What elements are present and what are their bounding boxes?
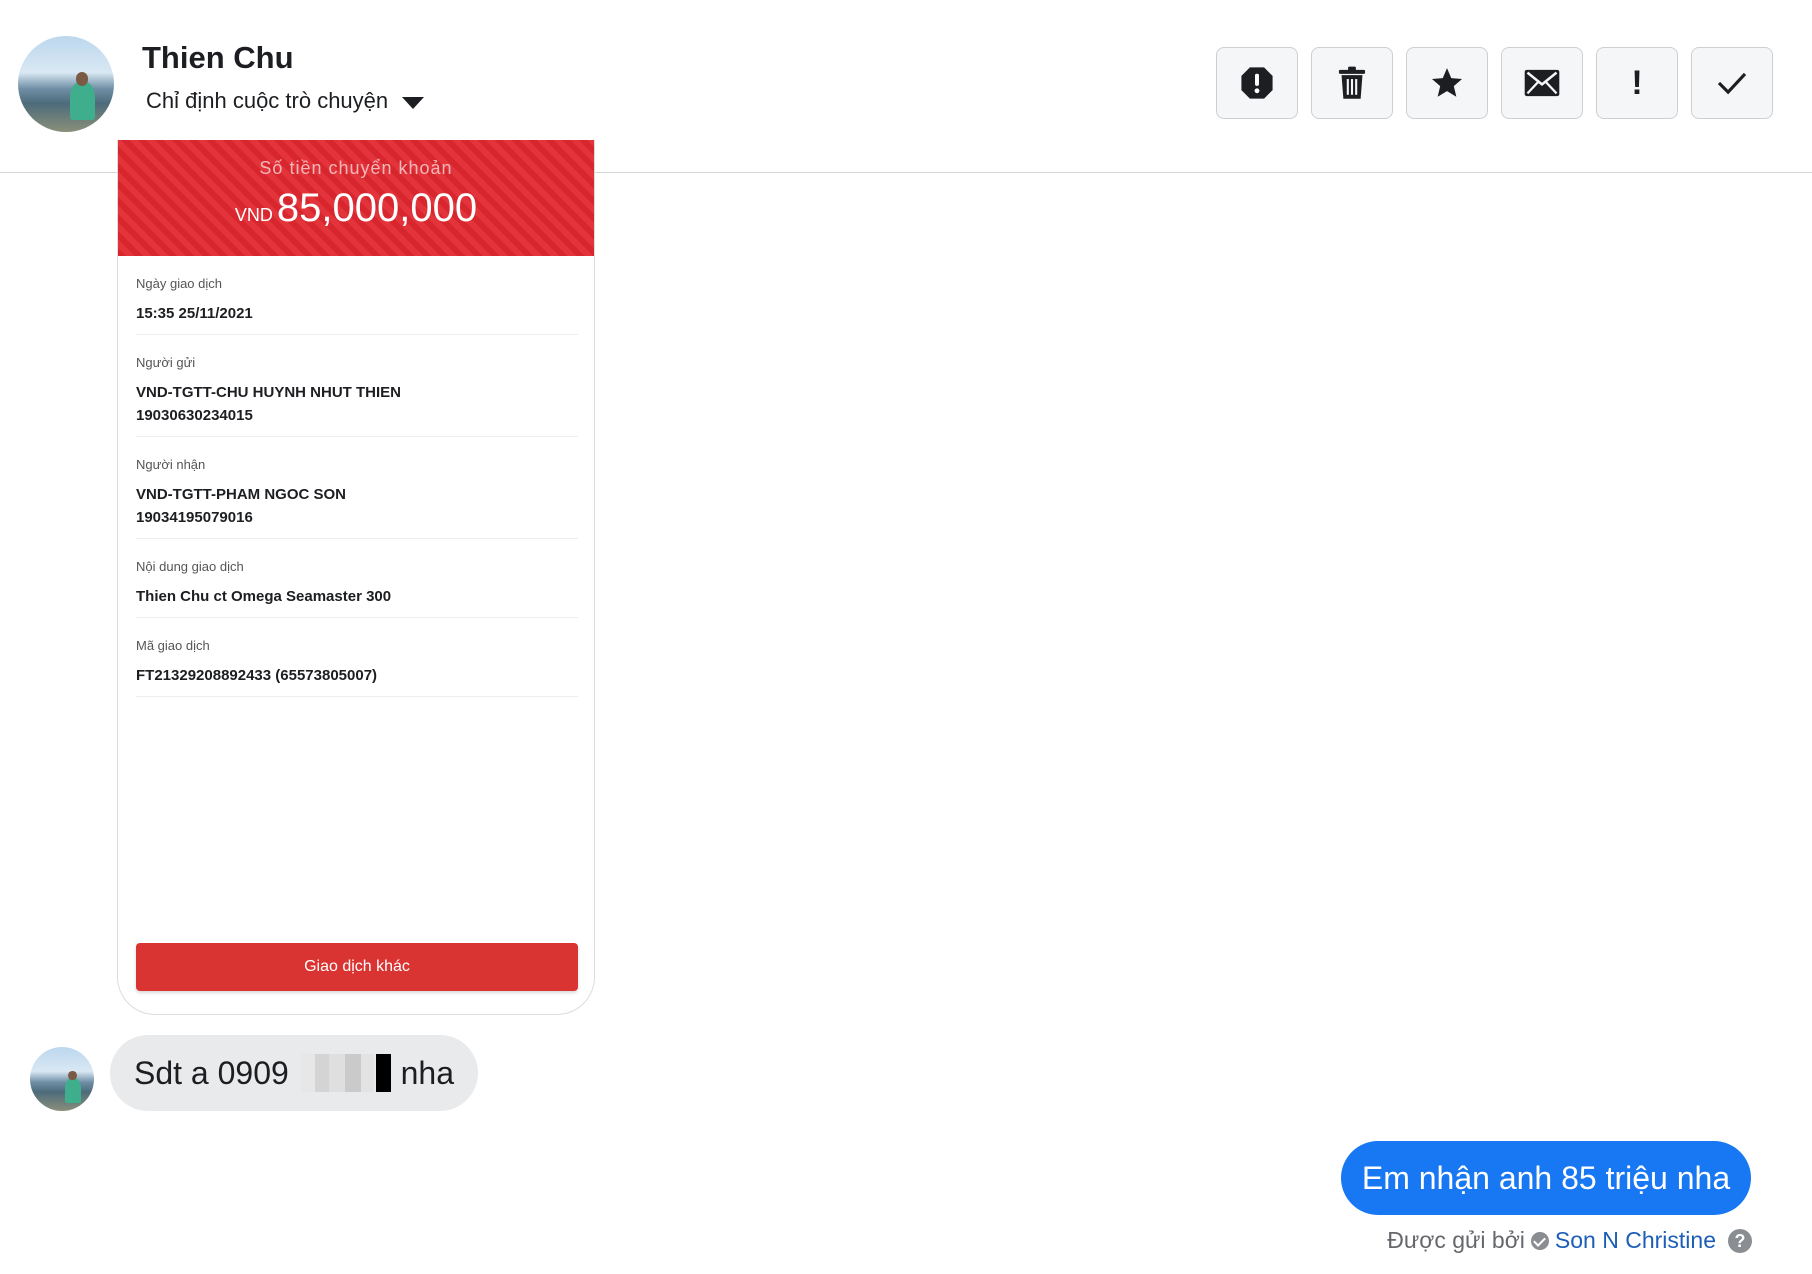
receipt-row-value: 15:35 25/11/2021: [136, 305, 253, 322]
pixelated-redaction: [300, 1054, 374, 1092]
avatar-head-shape: [68, 1071, 77, 1081]
checkmark-icon: [1717, 72, 1747, 95]
receipt-row-value: VND-TGTT-CHU HUYNH NHUT THIEN: [136, 384, 401, 401]
avatar-head-shape: [75, 72, 89, 86]
mark-important-button[interactable]: !: [1596, 47, 1678, 119]
mark-unread-button[interactable]: [1501, 47, 1583, 119]
receipt-row-value: VND-TGTT-PHAM NGOC SON: [136, 486, 346, 503]
caret-down-icon: [402, 97, 425, 109]
sent-by-label: Được gửi bởi: [1387, 1227, 1525, 1253]
envelope-icon: [1524, 69, 1560, 97]
receipt-row-label: Người nhận: [136, 457, 206, 472]
receipt-row: Người gửi VND-TGTT-CHU HUYNH NHUT THIEN …: [136, 335, 578, 437]
receipt-currency: VND: [234, 205, 273, 225]
black-redaction-bar: [375, 1054, 391, 1092]
receipt-row-label: Ngày giao dịch: [136, 276, 222, 291]
star-button[interactable]: [1406, 47, 1488, 119]
transfer-receipt-image[interactable]: Số tiền chuyển khoản VND 85,000,000 Ngày …: [117, 140, 595, 1015]
assign-conversation-label: Chỉ định cuộc trò chuyện: [146, 88, 389, 113]
receipt-row-account: 19034195079016: [136, 509, 253, 526]
receipt-row-value: FT21329208892433 (65573805007): [136, 667, 378, 684]
receipt-row: Mã giao dịch FT21329208892433 (655738050…: [136, 618, 578, 697]
receipt-row-label: Mã giao dịch: [136, 638, 210, 653]
incoming-message-prefix: Sdt a 0909: [134, 1054, 289, 1091]
incoming-message-bubble[interactable]: Sdt a 0909 nha: [110, 1035, 478, 1111]
incoming-message-suffix: nha: [400, 1054, 454, 1091]
sent-check-icon: [1530, 1231, 1549, 1250]
sender-name-link[interactable]: Son N Christine: [1555, 1227, 1716, 1254]
receipt-row-label: Người gửi: [136, 355, 196, 370]
outgoing-message-bubble[interactable]: Em nhận anh 85 triệu nha: [1341, 1141, 1751, 1215]
receipt-header-text: Số tiền chuyển khoản: [259, 158, 453, 178]
delete-button[interactable]: [1311, 47, 1393, 119]
receipt-details-list: Ngày giao dịch 15:35 25/11/2021 Người gử…: [136, 256, 578, 697]
avatar-person-shape: [64, 1077, 82, 1104]
receipt-row-label: Nội dung giao dịch: [136, 559, 244, 574]
contact-avatar[interactable]: [18, 36, 114, 132]
sent-by-line: Được gửi bởi Son N Christine ?: [1387, 1227, 1752, 1254]
sender-avatar[interactable]: [30, 1047, 94, 1111]
exclamation-icon: !: [1631, 64, 1643, 102]
mark-done-button[interactable]: [1691, 47, 1773, 119]
other-transaction-button: Giao dịch khác: [136, 943, 578, 991]
trash-icon: [1338, 66, 1366, 99]
receipt-row-value: Thien Chu ct Omega Seamaster 300: [136, 588, 392, 605]
conversation-toolbar: !: [1216, 47, 1773, 119]
mark-spam-button[interactable]: [1216, 47, 1298, 119]
assign-conversation-dropdown[interactable]: Chỉ định cuộc trò chuyện: [146, 88, 425, 114]
receipt-row-account: 19030630234015: [136, 407, 253, 424]
receipt-amount-value: 85,000,000: [276, 186, 478, 230]
receipt-row: Nội dung giao dịch Thien Chu ct Omega Se…: [136, 539, 578, 618]
receipt-row: Người nhận VND-TGTT-PHAM NGOC SON 190341…: [136, 437, 578, 539]
receipt-header-banner: Số tiền chuyển khoản VND 85,000,000: [118, 140, 594, 256]
receipt-amount: VND 85,000,000: [118, 186, 594, 231]
alert-octagon-icon: [1241, 67, 1273, 99]
contact-name[interactable]: Thien Chu: [142, 40, 294, 76]
avatar-person-shape: [69, 82, 95, 121]
help-icon[interactable]: ?: [1728, 1228, 1752, 1253]
star-icon: [1431, 68, 1463, 97]
receipt-row: Ngày giao dịch 15:35 25/11/2021: [136, 256, 578, 335]
